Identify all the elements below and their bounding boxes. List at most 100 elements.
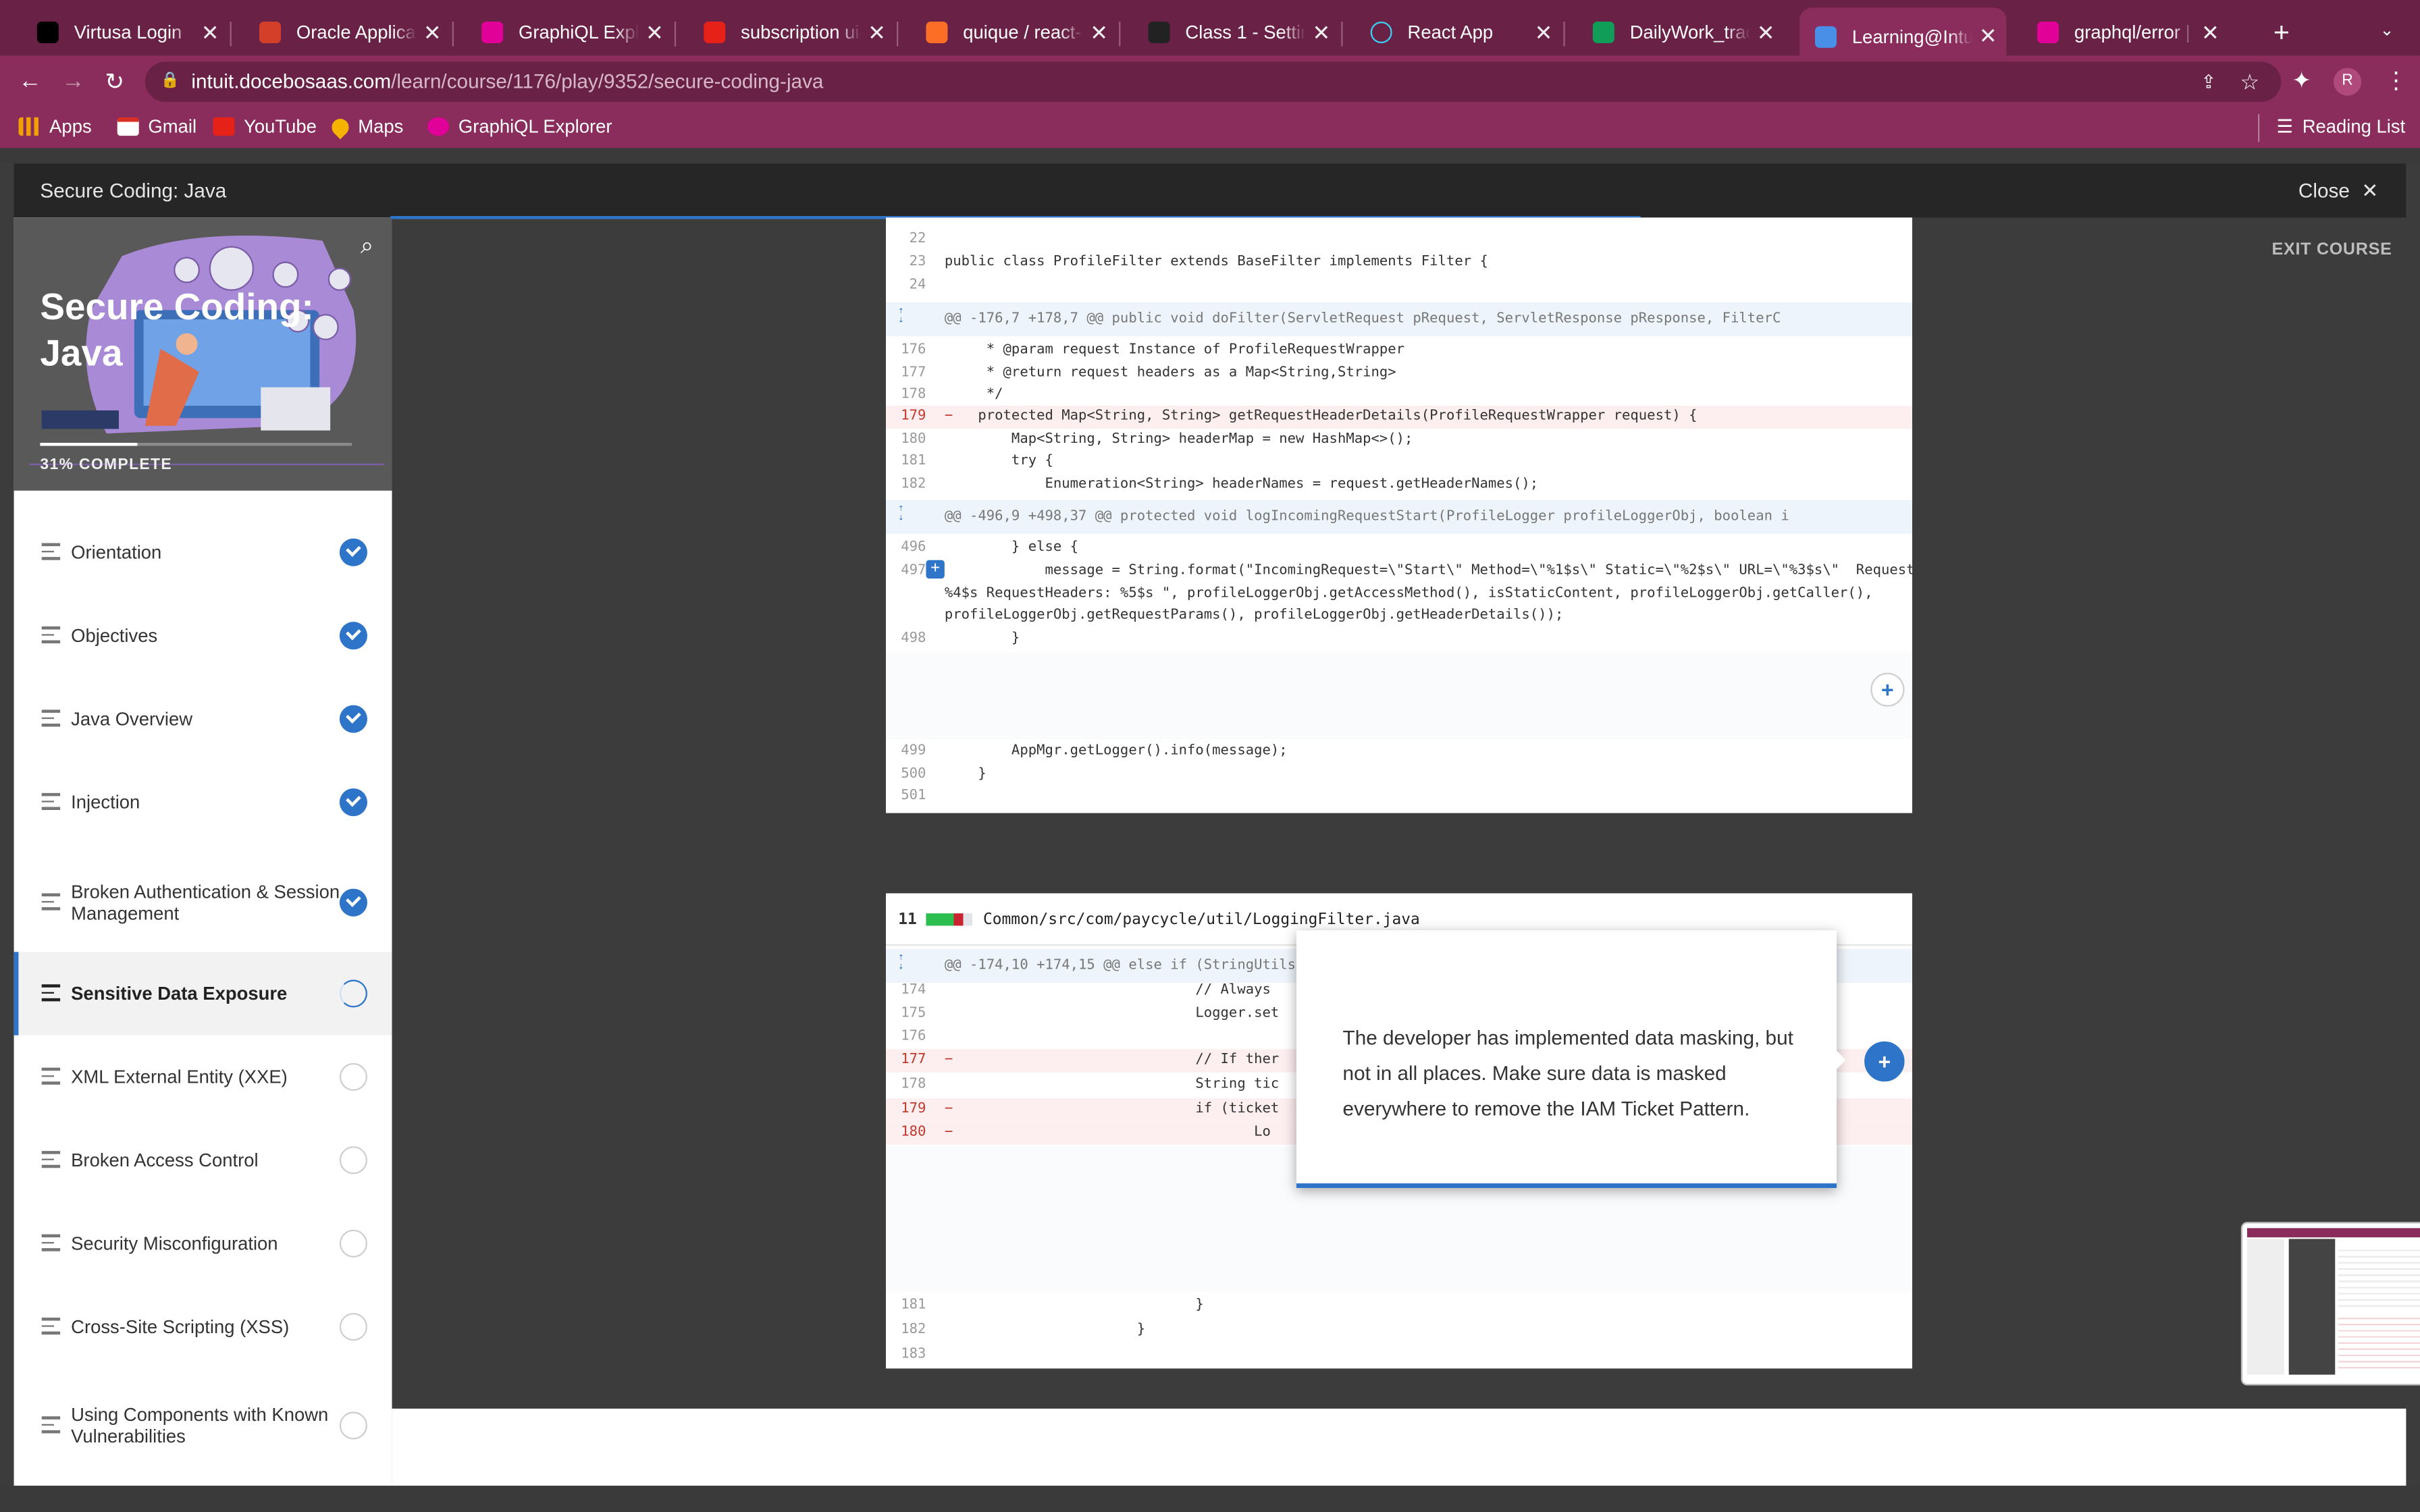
bookmark-divider (2257, 114, 2260, 142)
horizontal-scrollbar[interactable] (0, 1486, 2420, 1512)
add-annotation-button-active[interactable]: + (1864, 1041, 1905, 1082)
tab-separator (230, 21, 232, 47)
checkmark-icon (339, 622, 367, 650)
module-label: Using Components with Known Vulnerabilit… (71, 1403, 329, 1447)
code-text: %4$s RequestHeaders: %5$s ", profileLogg… (944, 586, 1873, 602)
add-annotation-button[interactable]: + (1870, 672, 1905, 707)
empty-circle-icon (339, 1062, 367, 1091)
tab-close-icon[interactable]: ✕ (646, 20, 664, 46)
module-item[interactable]: Java Overview (14, 677, 392, 760)
module-item[interactable]: Using Components with Known Vulnerabilit… (14, 1368, 392, 1482)
add-comment-icon[interactable]: + (926, 560, 945, 579)
code-text: */ (944, 387, 1003, 403)
browser-tab[interactable]: DailyWork_tracker ✕ (1577, 11, 1784, 54)
reload-icon[interactable]: ↻ (105, 68, 124, 96)
bookmark-graphiql[interactable]: GraphiQL Explorer (427, 115, 612, 137)
code-text: protected Map<String, String> getRequest… (944, 408, 1698, 425)
line-number: 174 (901, 982, 926, 998)
diff-line: 181 try { (886, 450, 1912, 473)
back-icon[interactable]: ← (18, 68, 41, 94)
close-label: Close (2298, 179, 2350, 202)
tab-close-icon[interactable]: ✕ (1757, 20, 1775, 46)
tab-title: Learning@Intuit (1851, 25, 1973, 47)
code-text: message = String.format("IncomingRequest… (944, 563, 1912, 579)
exit-course-button[interactable]: EXIT COURSE (2272, 241, 2392, 259)
expand-lines-icon[interactable]: ⇡ ⇣ (898, 306, 903, 325)
browser-tab[interactable]: subscription ui react ✕ (688, 11, 895, 54)
expand-lines-icon[interactable]: ⇡ ⇣ (898, 504, 903, 522)
diff-file-path: Common/src/com/paycycle/util/LoggingFilt… (982, 911, 1420, 929)
bookmark-youtube[interactable]: YouTube (213, 115, 317, 137)
share-icon[interactable]: ⇪ (2201, 61, 2216, 101)
profile-avatar[interactable]: R (2333, 68, 2362, 96)
reading-list-icon: ☰ (2276, 115, 2294, 138)
tab-close-icon[interactable]: ✕ (868, 20, 886, 46)
expand-lines-icon[interactable]: ⇡ ⇣ (898, 952, 903, 972)
tab-close-icon[interactable]: ✕ (2201, 20, 2219, 46)
module-item[interactable]: Sensitive Data Exposure (14, 952, 392, 1035)
browser-tab[interactable]: React App ✕ (1355, 11, 1562, 54)
graphql-icon (427, 117, 450, 136)
bookmark-label: Gmail (148, 115, 197, 138)
module-item[interactable]: Objectives (14, 594, 392, 677)
diff-line: 181 } (886, 1295, 1912, 1318)
forward-icon[interactable]: → (61, 68, 84, 94)
course-header-bar: Secure Coding: Java Close ✕ (14, 163, 2406, 218)
bookmark-apps[interactable]: Apps (18, 115, 92, 137)
tab-close-icon[interactable]: ✕ (1535, 20, 1553, 46)
extensions-icon[interactable]: ✦ (2292, 66, 2311, 94)
browser-tab[interactable]: graphql/error | Gra ✕ (2022, 11, 2228, 54)
code-text: } else { (944, 539, 1079, 556)
line-number: 497 (901, 563, 926, 579)
close-course-button[interactable]: Close ✕ (2298, 179, 2378, 204)
gitlab-icon (926, 21, 948, 43)
tab-close-icon[interactable]: ✕ (1312, 20, 1330, 46)
reading-list-button[interactable]: ☰ Reading List (2276, 115, 2405, 137)
bookmark-gmail[interactable]: Gmail (117, 115, 196, 137)
browser-tab[interactable]: GraphiQL Explorer ✕ (466, 11, 673, 54)
list-lines-icon (41, 893, 61, 914)
tab-title: GraphiQL Explorer (518, 21, 639, 43)
browser-tab[interactable]: Oracle Applications ✕ (244, 11, 450, 54)
hero-title: Secure Coding: Java (40, 286, 313, 378)
hero-title-line: Secure Coding: (40, 287, 314, 329)
new-tab-icon[interactable]: + (2273, 17, 2290, 49)
code-text: Map<String, String> headerMap = new Hash… (944, 431, 1413, 448)
module-item[interactable]: XML External Entity (XXE) (14, 1035, 392, 1118)
module-item[interactable]: Security Misconfiguration (14, 1202, 392, 1285)
tab-close-icon[interactable]: ✕ (201, 20, 219, 46)
module-item[interactable]: Broken Access Control (14, 1118, 392, 1202)
address-bar[interactable]: 🔒 intuit.docebosaas.com/learn/course/117… (144, 61, 2282, 102)
module-item[interactable]: Injection (14, 761, 392, 844)
line-number: 182 (901, 1322, 926, 1338)
browser-tab[interactable]: quique / react-graphql ✕ (911, 11, 1117, 54)
browser-menu-icon[interactable]: ⋮ (2384, 66, 2407, 94)
module-item[interactable]: Cross-Site Scripting (XSS) (14, 1285, 392, 1368)
browser-tab[interactable]: Class 1 - Setting up ✕ (1133, 11, 1340, 54)
tab-close-icon[interactable]: ✕ (423, 20, 442, 46)
empty-circle-icon (339, 1229, 367, 1258)
tab-search-chevron-icon[interactable]: ⌄ (2380, 20, 2394, 40)
diff-hunk-header: ⇡ ⇣ @@ -176,7 +178,7 @@ public void doFilt… (885, 302, 1912, 337)
tab-close-icon[interactable]: ✕ (1090, 20, 1108, 46)
module-label: Objectives (71, 624, 158, 647)
code-text: @@ -174,10 +174,15 @@ else if (StringUti… (944, 958, 1296, 974)
checkmark-icon (339, 788, 367, 817)
tab-close-icon[interactable]: ✕ (1979, 23, 1997, 49)
diff-line: 22 (886, 228, 1912, 251)
tab-separator (452, 21, 454, 47)
browser-tab[interactable]: Virtusa Login ✕ (22, 11, 228, 54)
bookmark-star-icon[interactable]: ☆ (2240, 61, 2260, 101)
picture-in-picture-thumbnail[interactable] (2240, 1222, 2420, 1386)
module-label: Broken Access Control (71, 1149, 259, 1171)
module-item[interactable]: Orientation (14, 511, 392, 594)
collapsed-region (885, 652, 1912, 739)
hint-text: The developer has implemented data maski… (1342, 1025, 1793, 1120)
sidebar-search-icon[interactable]: ⌕ (361, 233, 373, 259)
bookmark-maps[interactable]: Maps (328, 114, 403, 139)
module-item[interactable]: Broken Authentication & Session Manageme… (14, 844, 392, 961)
line-number: 499 (901, 743, 926, 759)
page-top-strip (0, 148, 2420, 164)
line-number: 24 (909, 277, 926, 294)
line-number: 179 (901, 1101, 926, 1117)
